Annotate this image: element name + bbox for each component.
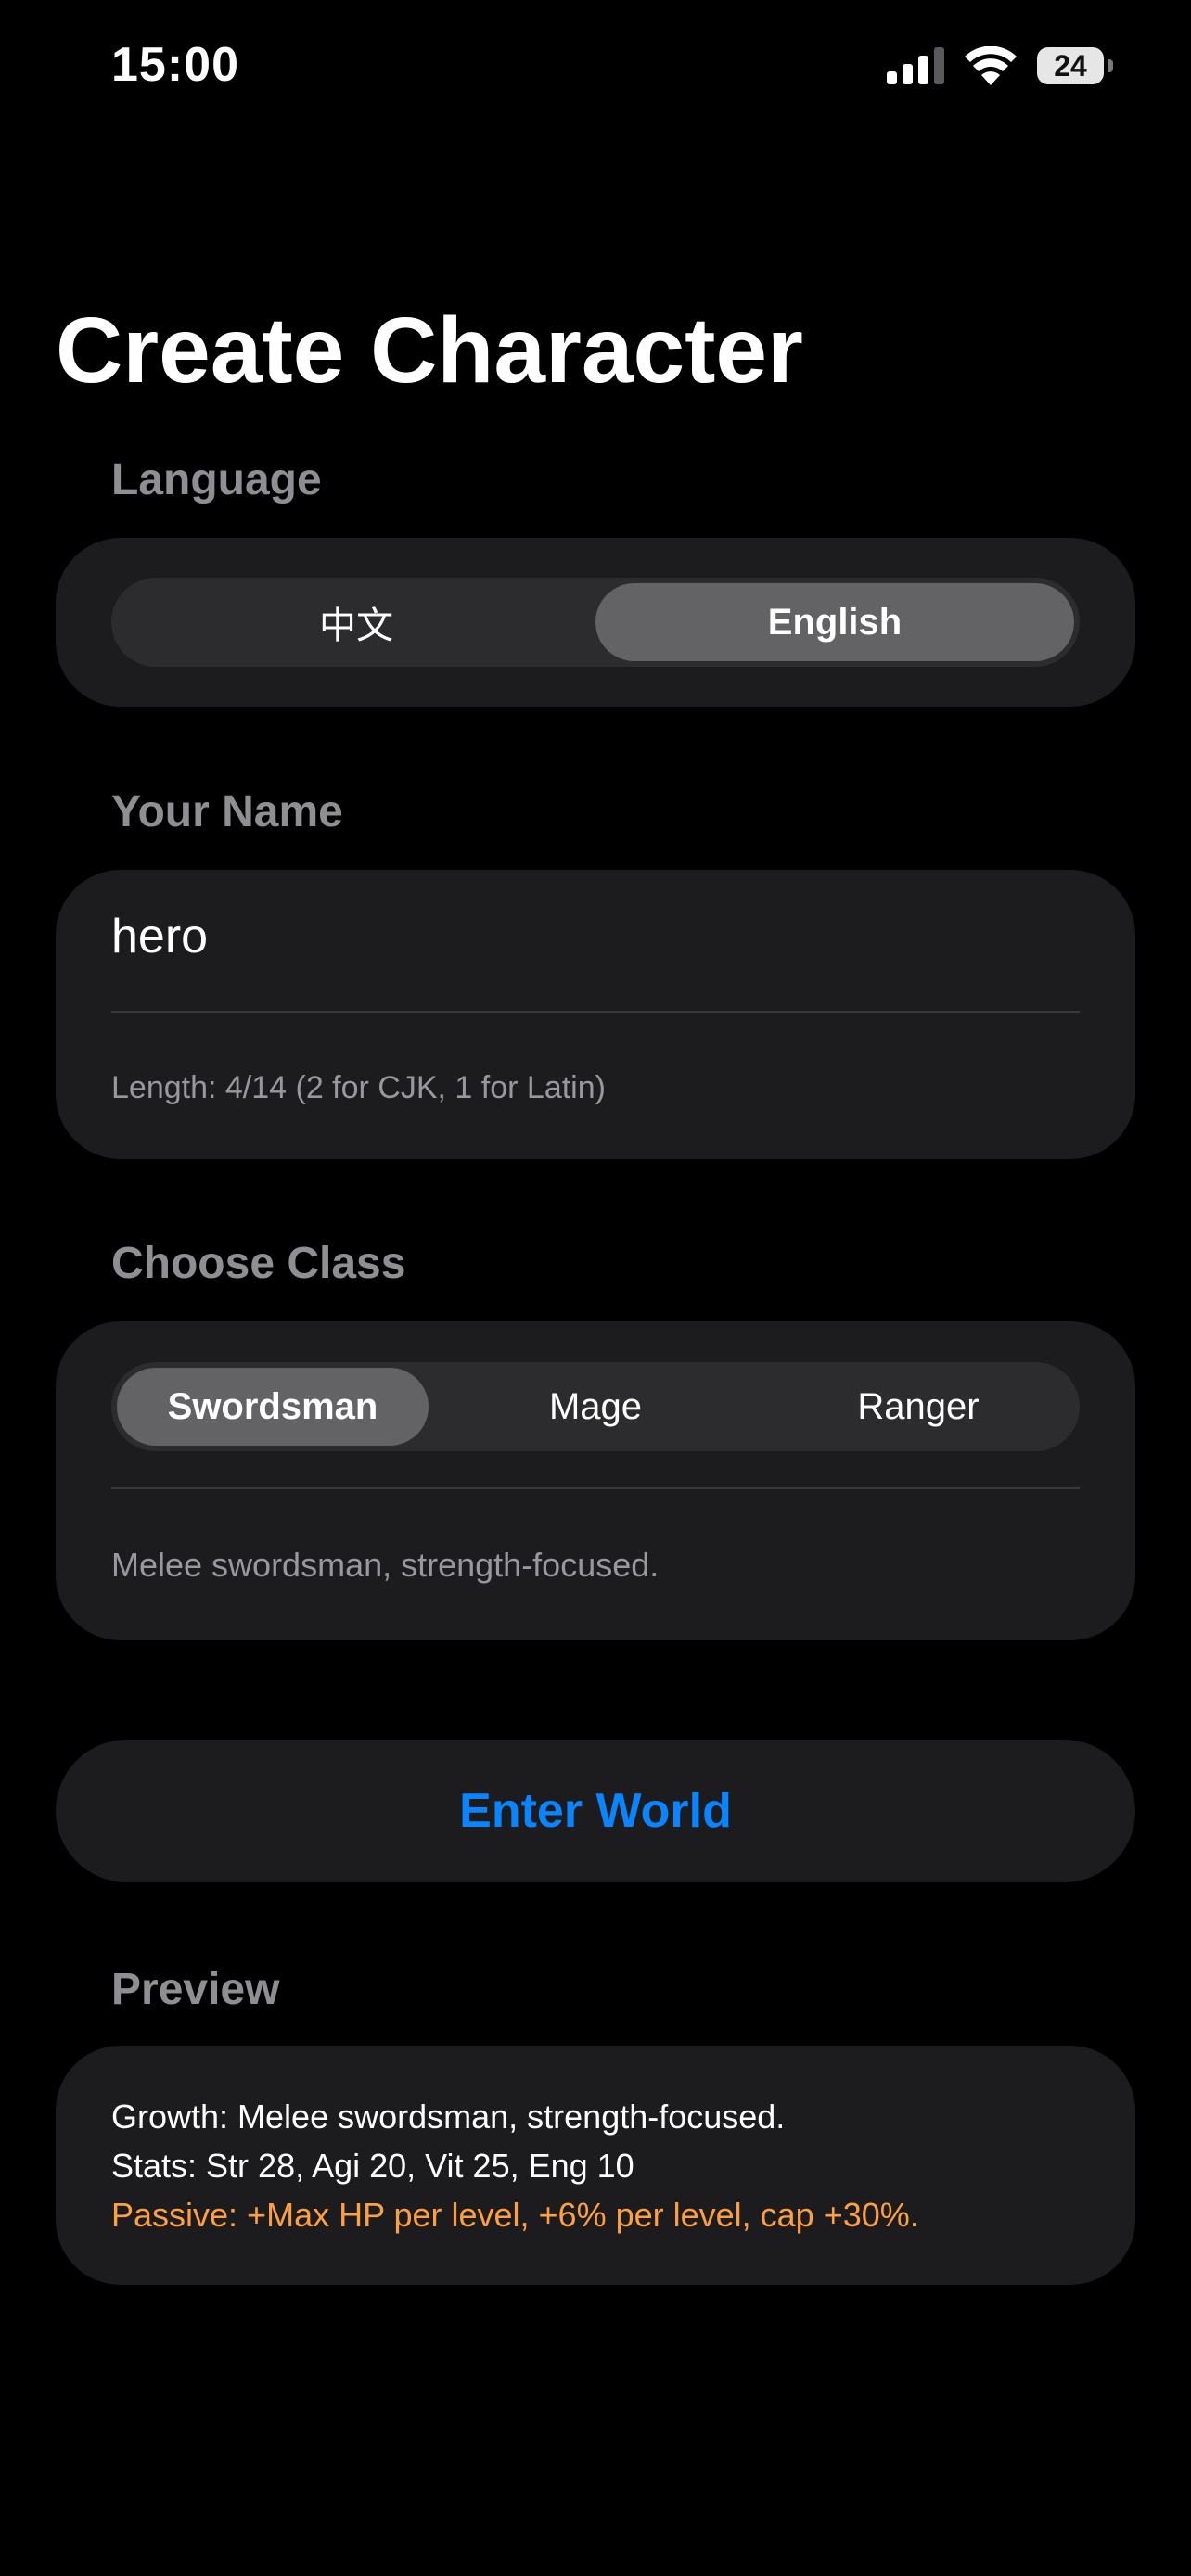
class-card: Swordsman Mage Ranger Melee swordsman, s…: [56, 1321, 1135, 1640]
battery-icon: 24: [1037, 47, 1113, 84]
class-divider: [111, 1487, 1080, 1489]
wifi-icon: [965, 46, 1017, 85]
status-bar: 15:00 24: [0, 0, 1191, 130]
language-segmented-control: 中文 English: [111, 578, 1080, 667]
class-option-mage[interactable]: Mage: [440, 1368, 751, 1446]
preview-passive: Passive: +Max HP per level, +6% per leve…: [111, 2196, 919, 2234]
preview-growth: Growth: Melee swordsman, strength-focuse…: [111, 2098, 786, 2136]
class-option-ranger[interactable]: Ranger: [762, 1368, 1074, 1446]
name-divider: [111, 1011, 1080, 1013]
class-segmented-control: Swordsman Mage Ranger: [111, 1362, 1080, 1451]
battery-tip: [1108, 59, 1113, 72]
signal-icon: [887, 47, 944, 84]
battery-body: 24: [1037, 47, 1104, 84]
name-input[interactable]: hero: [111, 909, 208, 964]
language-card: 中文 English: [56, 538, 1135, 707]
language-option-english[interactable]: English: [596, 583, 1074, 661]
preview-stats: Stats: Str 28, Agi 20, Vit 25, Eng 10: [111, 2147, 634, 2185]
name-length-hint: Length: 4/14 (2 for CJK, 1 for Latin): [111, 1070, 606, 1105]
class-description: Melee swordsman, strength-focused.: [111, 1546, 660, 1584]
enter-world-button[interactable]: Enter World: [56, 1740, 1135, 1882]
language-option-chinese[interactable]: 中文: [117, 583, 596, 661]
language-section-label: Language: [111, 455, 322, 504]
status-time: 15:00: [111, 38, 239, 92]
name-section-label: Your Name: [111, 787, 343, 836]
page-title: Create Character: [56, 299, 803, 402]
status-icons: 24: [887, 43, 1113, 89]
preview-card: Growth: Melee swordsman, strength-focuse…: [56, 2046, 1135, 2285]
class-section-label: Choose Class: [111, 1239, 406, 1288]
battery-level: 24: [1054, 48, 1087, 83]
name-card: hero Length: 4/14 (2 for CJK, 1 for Lati…: [56, 870, 1135, 1159]
class-option-swordsman[interactable]: Swordsman: [117, 1368, 429, 1446]
preview-section-label: Preview: [111, 1965, 280, 2014]
